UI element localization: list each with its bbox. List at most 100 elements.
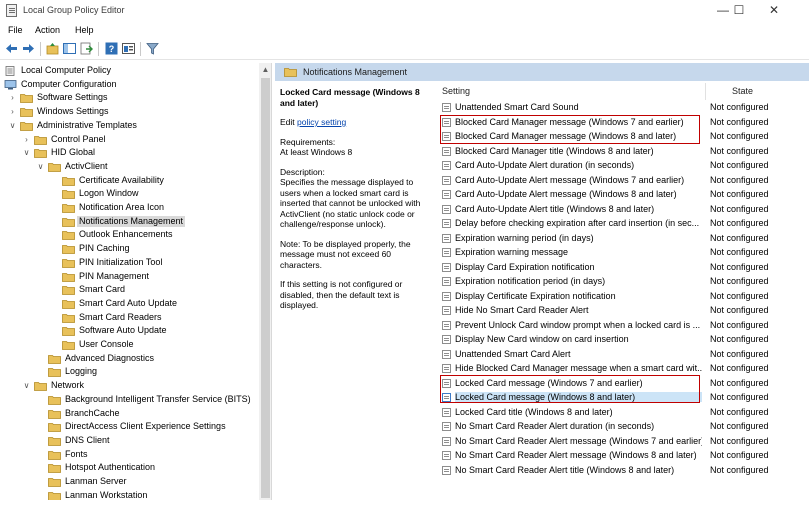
tree-node[interactable]: Software Auto Update bbox=[0, 324, 258, 337]
setting-state: Not configured bbox=[710, 261, 769, 272]
setting-row[interactable]: Unattended Smart Card Alert Not configure… bbox=[438, 347, 809, 362]
tree-node[interactable]: Smart Card Auto Update bbox=[0, 297, 258, 310]
tree-node[interactable]: › Windows Settings bbox=[0, 105, 258, 118]
chevron-right-icon[interactable]: › bbox=[8, 105, 17, 118]
setting-row[interactable]: Unattended Smart Card Sound Not configure… bbox=[438, 100, 809, 115]
help-icon[interactable]: ? bbox=[105, 42, 118, 55]
scroll-up-icon[interactable]: ▲ bbox=[259, 63, 271, 76]
tree-node[interactable]: Fonts bbox=[0, 448, 258, 461]
title-bar: Local Group Policy Editor — ☐ ✕ bbox=[0, 0, 809, 22]
scroll-thumb[interactable] bbox=[261, 78, 270, 498]
setting-row[interactable]: No Smart Card Reader Alert duration (in … bbox=[438, 419, 809, 434]
setting-row[interactable]: Prevent Unlock Card window prompt when a… bbox=[438, 318, 809, 333]
menu-file[interactable]: File bbox=[8, 25, 23, 35]
setting-state: Not configured bbox=[710, 319, 769, 330]
tree-node[interactable]: Lanman Workstation bbox=[0, 489, 258, 500]
folder-icon bbox=[62, 203, 75, 213]
tree-node[interactable]: Hotspot Authentication bbox=[0, 461, 258, 474]
setting-state: Not configured bbox=[710, 174, 769, 185]
default-note: If this setting is not configured or dis… bbox=[280, 279, 403, 310]
setting-name: Expiration notification period (in days) bbox=[455, 276, 606, 286]
tree-node-label: BranchCache bbox=[65, 407, 120, 418]
tree-node[interactable]: Certificate Availability bbox=[0, 174, 258, 187]
setting-row[interactable]: No Smart Card Reader Alert message (Wind… bbox=[438, 448, 809, 463]
chevron-down-icon[interactable]: ∨ bbox=[22, 379, 31, 392]
setting-row[interactable]: Card Auto-Update Alert title (Windows 8 … bbox=[438, 202, 809, 217]
forward-arrow-icon[interactable] bbox=[22, 42, 35, 55]
menu-help[interactable]: Help bbox=[75, 25, 94, 35]
toolbar-separator bbox=[98, 42, 99, 56]
tree-node[interactable]: Notifications Management bbox=[0, 215, 258, 228]
column-divider[interactable] bbox=[705, 83, 706, 100]
tree-node[interactable]: BranchCache bbox=[0, 407, 258, 420]
tree-node[interactable]: Logon Window bbox=[0, 187, 258, 200]
setting-row[interactable]: Expiration warning message Not configured bbox=[438, 245, 809, 260]
chevron-down-icon[interactable]: ∨ bbox=[8, 119, 17, 132]
chevron-down-icon[interactable]: ∨ bbox=[22, 146, 31, 159]
setting-row[interactable]: Card Auto-Update Alert message (Windows … bbox=[438, 187, 809, 202]
tree-node[interactable]: ∨ HID Global bbox=[0, 146, 258, 159]
tree-node[interactable]: DNS Client bbox=[0, 434, 258, 447]
setting-row[interactable]: Locked Card title (Windows 8 and later) N… bbox=[438, 405, 809, 420]
tree-node[interactable]: Background Intelligent Transfer Service … bbox=[0, 393, 258, 406]
tree-node-label: ActivClient bbox=[65, 160, 108, 171]
setting-row[interactable]: Expiration warning period (in days) Not c… bbox=[438, 231, 809, 246]
properties-icon[interactable] bbox=[122, 42, 135, 55]
tree-node[interactable]: Local Computer Policy bbox=[0, 64, 258, 77]
tree-node[interactable]: Smart Card Readers bbox=[0, 311, 258, 324]
setting-row[interactable]: Hide Blocked Card Manager message when a… bbox=[438, 361, 809, 376]
tree-node[interactable]: ∨ ActivClient bbox=[0, 160, 258, 173]
tree-node-label: Smart Card Auto Update bbox=[79, 297, 178, 308]
column-header-state[interactable]: State bbox=[732, 86, 753, 96]
tree-node[interactable]: › Software Settings bbox=[0, 91, 258, 104]
policy-setting-icon bbox=[442, 436, 451, 446]
setting-row[interactable]: Hide No Smart Card Reader Alert Not confi… bbox=[438, 303, 809, 318]
tree-node[interactable]: › Control Panel bbox=[0, 133, 258, 146]
tree-node[interactable]: ∨ Network bbox=[0, 379, 258, 392]
tree-node-label: Software Settings bbox=[37, 92, 108, 103]
tree-node-label: Background Intelligent Transfer Service … bbox=[65, 393, 251, 404]
tree-node[interactable]: ∨ Administrative Templates bbox=[0, 119, 258, 132]
policy-title: Locked Card message (Windows 8 and later… bbox=[280, 87, 420, 108]
setting-row[interactable]: No Smart Card Reader Alert message (Wind… bbox=[438, 434, 809, 449]
edit-policy-setting-link[interactable]: policy setting bbox=[297, 117, 346, 127]
setting-row[interactable]: Expiration notification period (in days)… bbox=[438, 274, 809, 289]
tree-node[interactable]: Lanman Server bbox=[0, 475, 258, 488]
chevron-down-icon[interactable]: ∨ bbox=[0, 78, 1, 91]
tree-node[interactable]: User Console bbox=[0, 338, 258, 351]
setting-row[interactable]: Card Auto-Update Alert message (Windows … bbox=[438, 173, 809, 188]
chevron-right-icon[interactable]: › bbox=[8, 91, 17, 104]
export-list-icon[interactable] bbox=[80, 42, 93, 55]
setting-state: Not configured bbox=[710, 290, 769, 301]
tree-node[interactable]: Notification Area Icon bbox=[0, 201, 258, 214]
maximize-button[interactable]: ☐ bbox=[722, 0, 756, 22]
setting-row[interactable]: Card Auto-Update Alert duration (in seco… bbox=[438, 158, 809, 173]
filter-icon[interactable] bbox=[146, 42, 159, 55]
setting-row[interactable]: Display New Card window on card insertio… bbox=[438, 332, 809, 347]
tree-node[interactable]: Advanced Diagnostics bbox=[0, 352, 258, 365]
tree-node-label: PIN Initialization Tool bbox=[79, 256, 163, 267]
tree-node[interactable]: PIN Management bbox=[0, 270, 258, 283]
setting-row[interactable]: Display Card Expiration notification Not … bbox=[438, 260, 809, 275]
setting-row[interactable]: Delay before checking expiration after c… bbox=[438, 216, 809, 231]
tree-node[interactable]: Smart Card bbox=[0, 283, 258, 296]
chevron-down-icon[interactable]: ∨ bbox=[36, 160, 45, 173]
tree-node[interactable]: ∨ Computer Configuration bbox=[0, 78, 258, 91]
chevron-right-icon[interactable]: › bbox=[22, 133, 31, 146]
back-arrow-icon[interactable] bbox=[5, 42, 18, 55]
column-header-setting[interactable]: Setting bbox=[442, 86, 470, 96]
close-button[interactable]: ✕ bbox=[757, 0, 791, 22]
setting-state: Not configured bbox=[710, 189, 769, 199]
tree-scrollbar[interactable]: ▲ bbox=[259, 63, 271, 500]
menu-action[interactable]: Action bbox=[35, 25, 60, 35]
setting-row[interactable]: No Smart Card Reader Alert title (Window… bbox=[438, 463, 809, 478]
up-folder-icon[interactable] bbox=[46, 42, 59, 55]
tree-node[interactable]: Logging bbox=[0, 365, 258, 378]
tree-node[interactable]: DirectAccess Client Experience Settings bbox=[0, 420, 258, 433]
show-hide-tree-icon[interactable] bbox=[63, 42, 76, 55]
setting-row[interactable]: Blocked Card Manager title (Windows 8 an… bbox=[438, 144, 809, 159]
tree-node[interactable]: PIN Caching bbox=[0, 242, 258, 255]
tree-node[interactable]: PIN Initialization Tool bbox=[0, 256, 258, 269]
setting-row[interactable]: Display Certificate Expiration notificat… bbox=[438, 289, 809, 304]
tree-node[interactable]: Outlook Enhancements bbox=[0, 228, 258, 241]
